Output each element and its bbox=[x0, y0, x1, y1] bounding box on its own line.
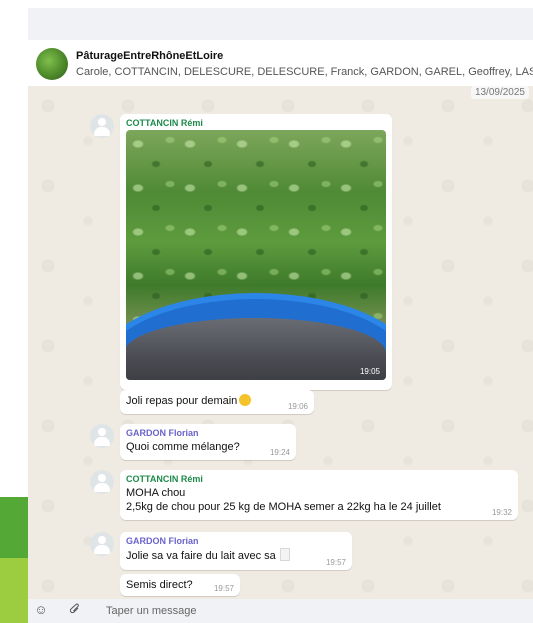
chat-header[interactable]: PâturageEntreRhôneEtLoire Carole, COTTAN… bbox=[28, 40, 533, 87]
message-bubble[interactable]: Semis direct? 19:57 bbox=[120, 574, 240, 596]
message-list[interactable]: 13/09/2025 COTTANCIN Rémi 19:05 Joli rep… bbox=[28, 86, 533, 599]
message-text: Quoi comme mélange? bbox=[126, 441, 240, 453]
message-time: 19:24 bbox=[269, 448, 290, 457]
message-text-line: MOHA chou bbox=[126, 487, 186, 499]
message-text: Joli repas pour demain bbox=[126, 394, 308, 408]
message-time: 19:57 bbox=[213, 584, 234, 593]
sender-name[interactable]: COTTANCIN Rémi bbox=[126, 118, 386, 128]
message-text-content: Joli repas pour demain bbox=[126, 395, 238, 407]
attachment-thumbnail-icon bbox=[279, 548, 290, 561]
message-bubble[interactable]: Joli repas pour demain 19:06 bbox=[120, 390, 314, 414]
sender-name[interactable]: GARDON Florian bbox=[126, 536, 346, 546]
message-photo[interactable]: 19:05 bbox=[126, 130, 386, 380]
group-name[interactable]: PâturageEntreRhôneEtLoire bbox=[76, 50, 223, 62]
decorative-green-block bbox=[0, 497, 28, 558]
photo-message[interactable]: COTTANCIN Rémi 19:05 bbox=[120, 114, 392, 390]
avatar[interactable] bbox=[90, 470, 114, 494]
decorative-lime-block bbox=[0, 558, 28, 623]
sad-face-emoji-icon bbox=[239, 394, 252, 406]
sender-name[interactable]: GARDON Florian bbox=[126, 428, 290, 438]
message-text-content: Jolie sa va faire du lait avec sa bbox=[126, 550, 276, 562]
photo-water bbox=[126, 318, 386, 380]
message-time: 19:57 bbox=[325, 558, 346, 567]
paperclip-icon[interactable] bbox=[68, 603, 82, 617]
avatar[interactable] bbox=[90, 424, 114, 448]
paperclip-icon-shape bbox=[69, 603, 79, 614]
avatar[interactable] bbox=[90, 532, 114, 556]
date-separator: 13/09/2025 bbox=[470, 86, 529, 99]
message-bubble[interactable]: COTTANCIN Rémi MOHA chou 2,5kg de chou p… bbox=[120, 470, 518, 520]
message-text-line: 2,5kg de chou pour 25 kg de MOHA semer a… bbox=[126, 501, 441, 513]
message-composer[interactable]: ☺ Taper un message bbox=[28, 599, 533, 623]
group-avatar[interactable] bbox=[36, 48, 68, 80]
message-bubble[interactable]: GARDON Florian Quoi comme mélange? 19:24 bbox=[120, 424, 296, 460]
avatar[interactable] bbox=[90, 114, 114, 138]
message-bubble[interactable]: GARDON Florian Jolie sa va faire du lait… bbox=[120, 532, 352, 570]
message-time: 19:06 bbox=[287, 402, 308, 411]
message-text: Jolie sa va faire du lait avec sa bbox=[126, 548, 346, 563]
message-input[interactable]: Taper un message bbox=[106, 605, 197, 617]
window-top-bar bbox=[28, 8, 533, 40]
message-time: 19:32 bbox=[491, 508, 512, 517]
message-time: 19:05 bbox=[359, 367, 380, 376]
emoji-icon[interactable]: ☺ bbox=[34, 603, 48, 617]
group-members: Carole, COTTANCIN, DELESCURE, DELESCURE,… bbox=[76, 66, 533, 78]
sender-name[interactable]: COTTANCIN Rémi bbox=[126, 474, 512, 484]
